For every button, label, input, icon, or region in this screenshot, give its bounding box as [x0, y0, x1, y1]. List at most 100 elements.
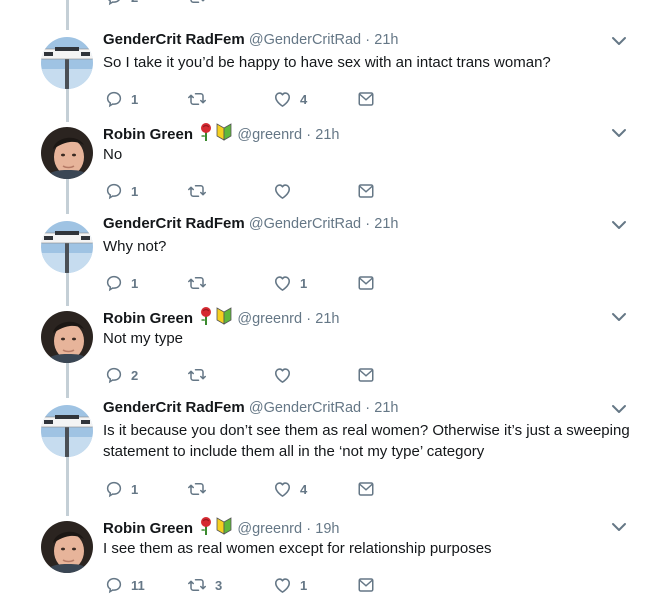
heart-icon — [274, 184, 291, 199]
timestamp[interactable]: 21h — [374, 216, 398, 232]
more-options-button[interactable] — [610, 34, 628, 48]
reply-button[interactable]: 1 — [105, 180, 138, 202]
previous-tweet-actions: 2 — [103, 0, 403, 8]
retweet-icon — [188, 277, 206, 289]
reply-icon — [106, 91, 122, 108]
avatar[interactable] — [41, 405, 93, 457]
reply-icon — [108, 0, 120, 6]
timestamp[interactable]: 21h — [374, 400, 398, 416]
tweet-header: GenderCrit RadFem @GenderCritRad · 21h — [103, 398, 399, 418]
avatar[interactable] — [41, 311, 93, 363]
retweet-count: 3 — [215, 577, 223, 593]
tweet[interactable]: Robin Green @greenrd · 19h I see them as … — [0, 516, 666, 600]
direct-message-button[interactable] — [357, 272, 375, 294]
timestamp[interactable]: 21h — [315, 127, 339, 143]
reply-button[interactable]: 2 — [105, 364, 138, 386]
display-name[interactable]: GenderCrit RadFem — [103, 215, 245, 232]
tweet-text: So I take it you’d be happy to have sex … — [103, 54, 551, 71]
more-options-button[interactable] — [610, 310, 628, 324]
user-handle[interactable]: @greenrd — [237, 521, 302, 537]
display-name[interactable]: Robin Green — [103, 126, 193, 143]
reply-count: 1 — [131, 183, 139, 199]
retweet-button[interactable]: 3 — [187, 574, 222, 596]
direct-message-button[interactable] — [357, 364, 375, 386]
reply-button[interactable]: 1 — [105, 272, 138, 294]
avatar[interactable] — [41, 521, 93, 573]
more-options-button[interactable] — [610, 218, 628, 232]
tweet-header: GenderCrit RadFem @GenderCritRad · 21h — [103, 30, 399, 50]
retweet-button[interactable] — [187, 364, 215, 386]
tweet-text: No — [103, 146, 123, 163]
tweet-actions: 11 3 1 — [103, 574, 403, 596]
like-count: 4 — [300, 481, 308, 497]
tweet[interactable]: GenderCrit RadFem @GenderCritRad · 21h So… — [0, 30, 666, 122]
retweet-icon — [188, 579, 206, 591]
beginner-symbol-icon — [216, 517, 232, 535]
direct-message-button[interactable] — [357, 180, 375, 202]
like-button[interactable]: 1 — [273, 574, 307, 596]
envelope-icon — [358, 368, 374, 382]
tweet-header: Robin Green @greenrd · 19h — [103, 516, 339, 537]
retweet-button[interactable] — [187, 88, 215, 110]
display-name[interactable]: Robin Green — [103, 310, 193, 327]
retweet-button[interactable] — [187, 180, 215, 202]
tweet-text: Why not? — [103, 238, 167, 255]
like-button[interactable]: 4 — [273, 478, 307, 500]
more-options-button[interactable] — [610, 402, 628, 416]
like-count: 1 — [300, 275, 308, 291]
display-name[interactable]: GenderCrit RadFem — [103, 31, 245, 48]
envelope-icon — [358, 184, 374, 198]
user-handle[interactable]: @GenderCritRad — [249, 216, 361, 232]
avatar[interactable] — [41, 127, 93, 179]
like-button[interactable] — [273, 180, 300, 202]
envelope-icon — [358, 276, 374, 290]
timestamp[interactable]: 19h — [315, 521, 339, 537]
tweet-actions: 14 — [103, 478, 403, 500]
beginner-symbol-icon — [216, 123, 232, 141]
direct-message-button[interactable] — [357, 478, 375, 500]
like-count: 1 — [300, 577, 308, 593]
like-button[interactable]: 1 — [273, 272, 307, 294]
reply-button[interactable]: 2 — [105, 0, 138, 8]
tweet[interactable]: Robin Green @greenrd · 21h Not my type 2 — [0, 306, 666, 398]
reply-button[interactable]: 1 — [105, 88, 138, 110]
retweet-button[interactable] — [187, 478, 215, 500]
tweet-text: Is it because you don’t see them as real… — [103, 422, 630, 460]
separator-dot: · — [306, 311, 312, 327]
reply-icon — [106, 481, 122, 498]
like-button[interactable] — [273, 364, 300, 386]
display-name[interactable]: Robin Green — [103, 520, 193, 537]
reply-icon — [106, 367, 122, 384]
user-handle[interactable]: @greenrd — [237, 311, 302, 327]
user-handle[interactable]: @GenderCritRad — [249, 32, 361, 48]
more-options-button[interactable] — [610, 126, 628, 140]
separator-dot: · — [365, 32, 371, 48]
retweet-button[interactable] — [187, 0, 207, 8]
direct-message-button[interactable] — [357, 574, 375, 596]
user-handle[interactable]: @greenrd — [237, 127, 302, 143]
tweet[interactable]: GenderCrit RadFem @GenderCritRad · 21h Wh… — [0, 214, 666, 306]
heart-icon — [274, 368, 291, 383]
tweet-actions: 1 — [103, 180, 403, 202]
like-button[interactable]: 4 — [273, 88, 307, 110]
tweet[interactable]: GenderCrit RadFem @GenderCritRad · 21h Is… — [0, 398, 666, 498]
avatar[interactable] — [41, 221, 93, 273]
reply-count: 11 — [131, 577, 145, 593]
tweet-actions: 11 — [103, 272, 403, 294]
reply-button[interactable]: 11 — [105, 574, 145, 596]
user-handle[interactable]: @GenderCritRad — [249, 400, 361, 416]
timestamp[interactable]: 21h — [374, 32, 398, 48]
chevron-down-icon — [612, 221, 626, 229]
more-options-button[interactable] — [610, 520, 628, 534]
rose-icon — [201, 123, 212, 141]
retweet-button[interactable] — [187, 272, 215, 294]
reply-button[interactable]: 1 — [105, 478, 138, 500]
tweet[interactable]: Robin Green @greenrd · 21h No 1 — [0, 122, 666, 214]
rose-icon — [201, 517, 212, 535]
timestamp[interactable]: 21h — [315, 311, 339, 327]
reply-icon — [106, 275, 122, 292]
direct-message-button[interactable] — [357, 88, 375, 110]
avatar[interactable] — [41, 37, 93, 89]
separator-dot: · — [365, 216, 371, 232]
display-name[interactable]: GenderCrit RadFem — [103, 399, 245, 416]
